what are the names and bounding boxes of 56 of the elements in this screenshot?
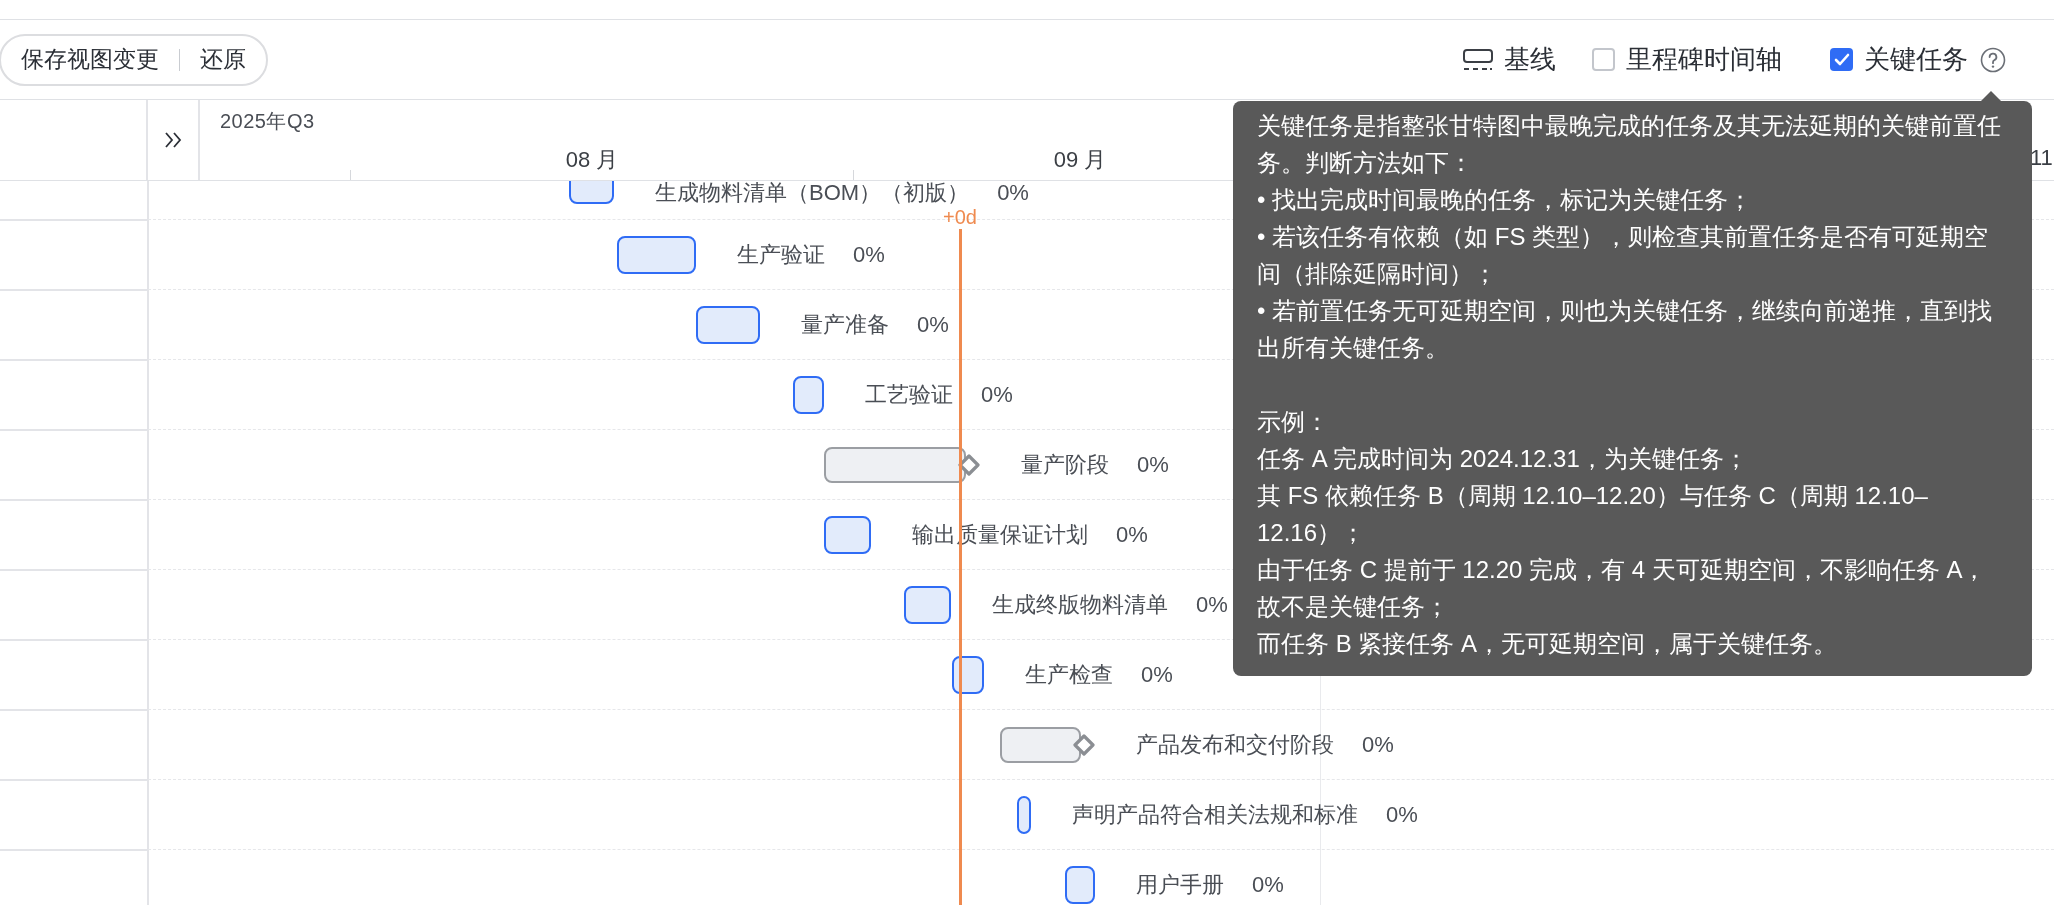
task-name: 产品发布和交付阶段 <box>1136 733 1334 757</box>
progress-text: 0% <box>1252 873 1284 897</box>
task-bar[interactable] <box>793 376 824 414</box>
task-name: 生产验证 <box>737 243 825 267</box>
milestone-diamond-icon[interactable] <box>1073 734 1095 756</box>
help-icon[interactable] <box>1980 46 2006 73</box>
checkbox[interactable] <box>1592 48 1615 71</box>
month-label: 09 月 <box>1053 146 1107 174</box>
task-bar[interactable] <box>617 236 696 274</box>
progress-text: 0% <box>1137 453 1169 477</box>
task-bar[interactable] <box>1017 796 1031 834</box>
option-label[interactable]: 里程碑时间轴 <box>1626 42 1782 77</box>
task-bar[interactable] <box>952 656 984 694</box>
phase-bar[interactable] <box>1000 727 1081 763</box>
task-bar[interactable] <box>824 516 871 554</box>
tooltip-text: • 若前置任务无可延期空间，则也为关键任务，继续向前递推，直到找出所有关键任务。 <box>1257 296 1994 363</box>
today-offset-label: +0d <box>943 206 977 228</box>
task-name: 量产阶段 <box>1021 453 1109 477</box>
progress-text: 0% <box>853 243 885 267</box>
task-name: 生产检查 <box>1025 663 1113 687</box>
task-name: 生成终版物料清单 <box>992 593 1168 617</box>
progress-text: 0% <box>1116 523 1148 547</box>
progress-text: 0% <box>1362 733 1394 757</box>
task-name: 工艺验证 <box>865 383 953 407</box>
tooltip-text: 其 FS 依赖任务 B（周期 12.10–12.20）与任务 C（周期 12.10–12.16）； <box>1257 481 1929 548</box>
tooltip-text: 而任务 B 紧接任务 A，无可延期空间，属于关键任务。 <box>1257 629 1839 659</box>
tooltip-text: 任务 A 完成时间为 2024.12.31，为关键任务； <box>1257 444 1749 474</box>
quarter-label: 2025年Q3 <box>220 109 315 134</box>
tooltip-text: 示例： <box>1257 407 1330 437</box>
save-view-button[interactable]: 保存视图变更 <box>21 44 159 75</box>
baseline-icon[interactable] <box>1463 48 1493 71</box>
task-bar[interactable] <box>1065 866 1095 904</box>
task-name: 量产准备 <box>801 313 889 337</box>
progress-text: 0% <box>1141 663 1173 687</box>
tooltip-text: 关键任务是指整张甘特图中最晚完成的任务及其无法延期的关键前置任务。判断方法如下： <box>1257 111 2002 178</box>
month-label: 08 月 <box>565 146 619 174</box>
progress-text: 0% <box>1386 803 1418 827</box>
progress-text: 0% <box>981 383 1013 407</box>
option-label[interactable]: 关键任务 <box>1864 42 1968 77</box>
tooltip-text: 由于任务 C 提前于 12.20 完成，有 4 天可延期空间，不影响任务 A，故不是关键任务； <box>1257 555 1988 622</box>
option-label[interactable]: 基线 <box>1504 42 1556 77</box>
tooltip-text: • 找出完成时间最晚的任务，标记为关键任务； <box>1257 185 1754 215</box>
checkbox[interactable] <box>1830 48 1853 71</box>
task-name: 声明产品符合相关法规和标准 <box>1072 803 1358 827</box>
task-bar[interactable] <box>696 306 760 344</box>
expand-icon[interactable] <box>164 131 182 149</box>
progress-text: 0% <box>917 313 949 337</box>
task-name: 用户手册 <box>1136 873 1224 897</box>
restore-button[interactable]: 还原 <box>200 44 246 75</box>
progress-text: 0% <box>997 181 1029 205</box>
progress-text: 0% <box>1196 593 1228 617</box>
task-bar[interactable] <box>904 586 951 624</box>
month-label: 11 <box>2030 145 2053 171</box>
task-name: 生成物料清单（BOM）（初版） <box>655 181 970 205</box>
phase-bar[interactable] <box>824 447 966 483</box>
tooltip-text: • 若该任务有依赖（如 FS 类型），则检查其前置任务是否有可延期空间（排除延隔时间）； <box>1257 222 1990 289</box>
